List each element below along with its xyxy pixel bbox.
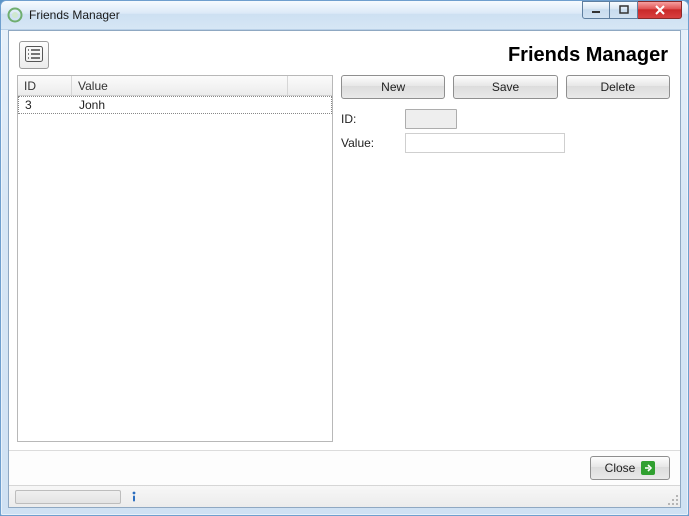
cell-id: 3 [19,97,73,113]
column-header-id[interactable]: ID [18,76,72,95]
action-buttons: New Save Delete [339,75,672,107]
maximize-button[interactable] [610,1,638,19]
id-field [405,109,457,129]
data-grid[interactable]: ID Value 3 Jonh [17,75,333,442]
close-button-label: Close [605,461,636,475]
table-row[interactable]: 3 Jonh [18,96,332,114]
id-label: ID: [341,112,397,126]
titlebar[interactable]: Friends Manager [1,1,688,30]
list-view-button[interactable] [19,41,49,69]
form-row-value: Value: [339,131,672,155]
info-icon[interactable] [127,490,141,504]
close-window-button[interactable] [638,1,682,19]
app-icon [7,7,23,23]
header: Friends Manager [9,31,680,75]
footer: Close [9,451,680,485]
close-button[interactable]: Close [590,456,670,480]
window-title: Friends Manager [29,8,582,22]
form-row-id: ID: [339,107,672,131]
grid-header: ID Value [18,76,332,96]
list-icon [25,46,43,65]
delete-button[interactable]: Delete [566,75,670,99]
cell-value: Jonh [73,97,331,113]
minimize-button[interactable] [582,1,610,19]
window-controls [582,6,682,24]
column-header-spacer [288,76,332,95]
progress-bar [15,490,121,504]
save-button[interactable]: Save [453,75,557,99]
page-title: Friends Manager [508,44,668,67]
detail-panel: New Save Delete ID: Value: [339,75,672,442]
app-window: Friends Manager [0,0,689,516]
resize-grip[interactable] [664,491,678,505]
new-button[interactable]: New [341,75,445,99]
value-field[interactable] [405,133,565,153]
grid-body: 3 Jonh [18,96,332,441]
client-area: Friends Manager ID Value 3 Jonh Ne [8,30,681,508]
arrow-right-icon [641,461,655,475]
value-label: Value: [341,136,397,150]
column-header-value[interactable]: Value [72,76,288,95]
body: ID Value 3 Jonh New Save Delete [9,75,680,450]
status-bar [9,485,680,507]
